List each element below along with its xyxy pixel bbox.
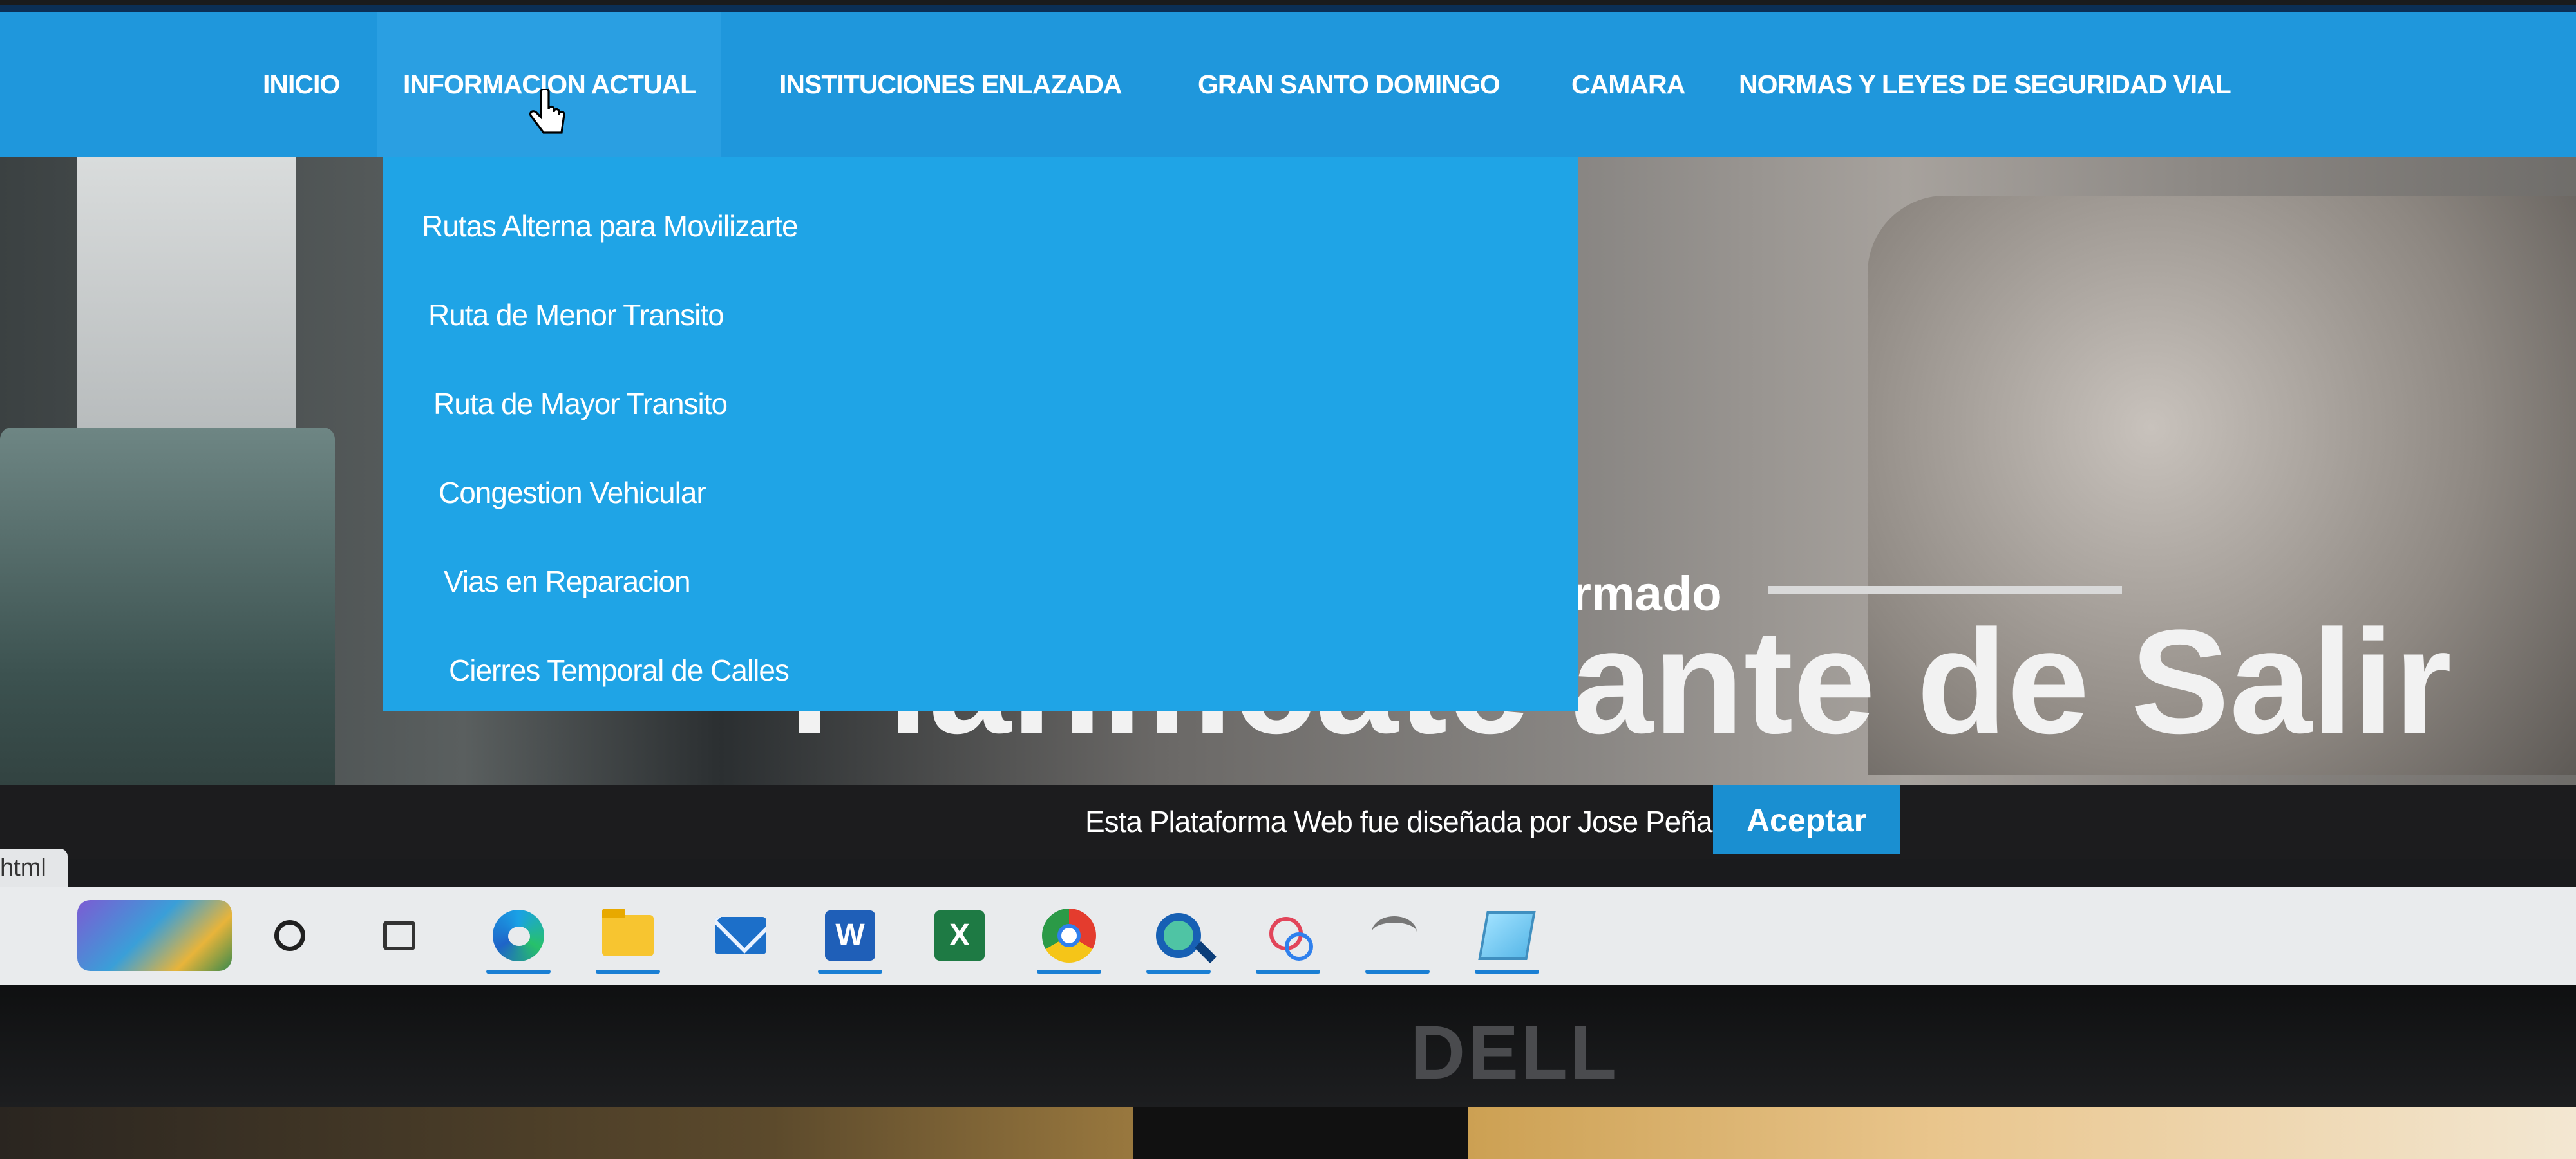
nav-item-inicio[interactable]: INICIO [263, 12, 340, 157]
dropdown-item-vias-en-reparacion[interactable]: Vias en Reparacion [383, 537, 1578, 626]
network-app-button[interactable] [1359, 900, 1436, 974]
mail-icon [715, 917, 766, 954]
word-button[interactable]: W [811, 900, 889, 974]
dropdown-item-ruta-menor-transito[interactable]: Ruta de Menor Transito [383, 270, 1578, 359]
chrome-button[interactable] [1030, 900, 1108, 974]
hero-window-light [77, 157, 296, 428]
magnifier-icon [1156, 913, 1201, 958]
running-indicator [1475, 970, 1539, 974]
nav-item-gran-santo-domingo[interactable]: GRAN SANTO DOMINGO [1198, 12, 1501, 157]
widgets-button[interactable] [71, 900, 238, 971]
chrome-icon [1042, 909, 1096, 963]
edge-icon [493, 910, 544, 961]
dropdown-item-cierres-temporal[interactable]: Cierres Temporal de Calles [383, 626, 1578, 715]
nav-item-normas-y-leyes[interactable]: NORMAS Y LEYES DE SEGURIDAD VIAL [1739, 12, 2231, 157]
edge-button[interactable] [480, 900, 557, 974]
search-button[interactable] [251, 900, 328, 971]
cookie-notice-bar: Esta Plataforma Web fue diseñada por Jos… [0, 785, 2576, 859]
hero-divider-line [1768, 586, 2122, 594]
monitor-stand [1133, 1107, 1468, 1159]
dropdown-item-ruta-mayor-transito[interactable]: Ruta de Mayor Transito [383, 359, 1578, 448]
monitor-bezel [0, 985, 2576, 1107]
browser-tab-fragment[interactable]: html [0, 849, 68, 887]
running-indicator [1146, 970, 1211, 974]
wifi-icon [1372, 916, 1423, 955]
nav-item-instituciones-enlazada[interactable]: INSTITUCIONES ENLAZADA [779, 12, 1122, 157]
accept-button[interactable]: Aceptar [1713, 785, 1900, 854]
excel-button[interactable]: X [921, 900, 998, 971]
search-icon [274, 920, 305, 951]
word-icon: W [825, 910, 875, 961]
running-indicator [486, 970, 551, 974]
running-indicator [1037, 970, 1101, 974]
task-view-button[interactable] [361, 900, 438, 971]
nav-item-camara[interactable]: CAMARA [1571, 12, 1685, 157]
running-indicator [1365, 970, 1430, 974]
notes-icon [1478, 911, 1536, 960]
excel-icon: X [934, 910, 985, 961]
running-indicator [596, 970, 660, 974]
widgets-icon [77, 900, 232, 971]
dropdown-item-congestion-vehicular[interactable]: Congestion Vehicular [383, 448, 1578, 537]
windows-taskbar: W X [0, 887, 2576, 985]
snipping-tool-button[interactable] [1249, 900, 1327, 974]
mail-button[interactable] [702, 900, 779, 971]
dropdown-item-rutas-alterna[interactable]: Rutas Alterna para Movilizarte [383, 182, 1578, 270]
running-indicator [818, 970, 882, 974]
cookie-notice-text: Esta Plataforma Web fue diseñada por Jos… [1085, 805, 1712, 838]
task-view-icon [383, 921, 415, 950]
dell-logo: DELL [1410, 1010, 1620, 1095]
hand-cursor-icon [529, 89, 565, 134]
file-explorer-button[interactable] [589, 900, 667, 974]
notes-app-button[interactable] [1468, 900, 1546, 974]
snipping-tool-icon [1265, 913, 1313, 961]
running-indicator [1256, 970, 1320, 974]
magnifier-button[interactable] [1140, 900, 1217, 974]
folder-icon [602, 909, 654, 956]
informacion-actual-dropdown: Rutas Alterna para Movilizarte Ruta de M… [383, 157, 1578, 711]
top-navigation-bar: INICIO INFORMACION ACTUAL INSTITUCIONES … [0, 5, 2576, 157]
hero-glass-image [0, 428, 335, 785]
